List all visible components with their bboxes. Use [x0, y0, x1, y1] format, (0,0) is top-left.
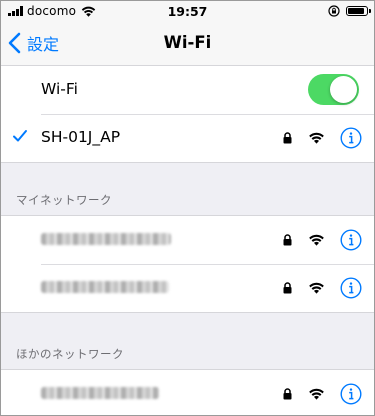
rotation-lock-icon — [328, 5, 340, 17]
toggle-knob — [330, 76, 357, 103]
info-icon[interactable] — [340, 383, 362, 405]
other-networks-group — [1, 369, 374, 415]
obscured-network-name — [41, 387, 159, 399]
info-icon[interactable] — [340, 229, 362, 251]
lock-icon — [283, 282, 292, 294]
list-item[interactable] — [1, 216, 374, 264]
obscured-network-name — [41, 281, 169, 293]
other-networks-header: ほかのネットワーク — [16, 347, 124, 361]
status-bar: docomo 19:57 — [1, 1, 374, 21]
lock-icon — [283, 132, 292, 144]
network-icons — [283, 276, 362, 300]
connected-network-row[interactable]: SH-01J_AP — [1, 114, 374, 162]
settings-screen: docomo 19:57 設定 Wi-Fi Wi-Fi SH-01J_AP マイ… — [1, 1, 374, 415]
info-icon[interactable] — [340, 277, 362, 299]
lock-icon — [283, 388, 292, 400]
battery-icon — [346, 6, 371, 16]
status-time: 19:57 — [167, 4, 208, 19]
obscured-network-name — [41, 233, 171, 245]
wifi-main-group: Wi-Fi SH-01J_AP — [1, 65, 374, 163]
wifi-toggle-switch[interactable] — [308, 74, 359, 105]
info-icon[interactable] — [340, 127, 362, 149]
list-item[interactable] — [1, 370, 374, 415]
network-icons — [283, 126, 362, 150]
network-icons — [283, 228, 362, 252]
lock-icon — [283, 234, 292, 246]
wifi-signal-icon — [309, 282, 324, 294]
wifi-signal-icon — [309, 132, 324, 144]
page-title: Wi-Fi — [163, 33, 212, 52]
wifi-signal-icon — [309, 388, 324, 400]
status-right — [328, 4, 371, 18]
my-networks-header: マイネットワーク — [16, 193, 112, 207]
network-icons — [283, 382, 362, 406]
connected-network-name: SH-01J_AP — [41, 128, 121, 146]
list-item[interactable] — [1, 264, 374, 312]
navigation-bar: 設定 Wi-Fi — [1, 21, 374, 66]
wifi-signal-icon — [309, 234, 324, 246]
checkmark-icon — [13, 130, 27, 142]
my-networks-group — [1, 215, 374, 313]
wifi-toggle-row: Wi-Fi — [1, 66, 374, 114]
wifi-toggle-label: Wi-Fi — [41, 80, 78, 98]
